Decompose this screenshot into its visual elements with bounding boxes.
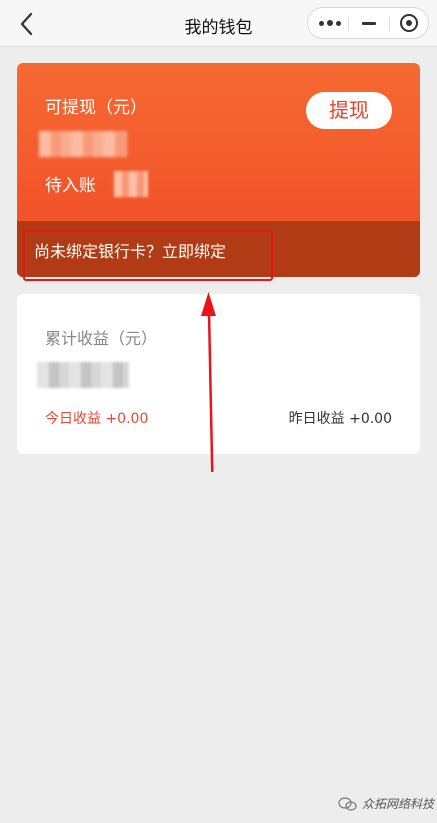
nav-bar: 我的钱包 xyxy=(0,0,437,47)
watermark-text: 众拓网络科技 xyxy=(362,797,435,811)
pending-amount-blurred xyxy=(114,171,148,197)
withdraw-button[interactable]: 提现 xyxy=(306,92,392,129)
more-button[interactable] xyxy=(309,8,349,38)
withdrawable-amount-blurred xyxy=(39,131,127,157)
earnings-card: 累计收益（元） 今日收益 +0.00 昨日收益 +0.00 xyxy=(17,294,420,454)
minimize-icon xyxy=(362,22,376,25)
mini-program-capsule xyxy=(307,7,429,39)
yesterday-earnings: 昨日收益 +0.00 xyxy=(288,411,392,427)
total-earnings-amount-blurred xyxy=(37,362,129,388)
highlight-box xyxy=(23,230,273,281)
minimize-button[interactable] xyxy=(349,8,389,38)
pending-label: 待入账 xyxy=(45,176,96,196)
today-earnings: 今日收益 +0.00 xyxy=(45,411,149,427)
close-button[interactable] xyxy=(389,8,429,38)
wechat-icon xyxy=(338,797,357,811)
total-earnings-label: 累计收益（元） xyxy=(45,329,158,348)
withdrawable-label: 可提现（元） xyxy=(45,98,147,118)
